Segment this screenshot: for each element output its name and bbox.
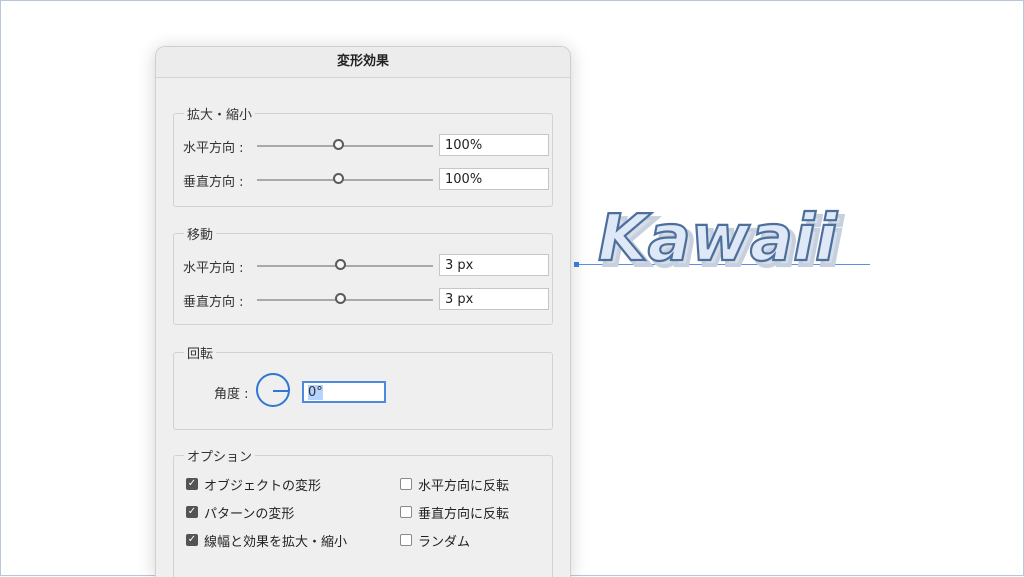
angle-dial-hand (273, 390, 288, 392)
checkmark-icon: ✓ (186, 534, 198, 546)
transform-effect-dialog: 変形効果 拡大・縮小 水平方向 : 100% 垂直方向 : 100% 移動 水平… (155, 46, 571, 577)
move-vertical-label: 垂直方向 : (183, 295, 244, 310)
angle-input[interactable]: 0° (302, 381, 386, 403)
checkmark-icon: ✓ (186, 506, 198, 518)
move-vertical-row: 垂直方向 : 3 px (183, 288, 549, 312)
angle-value: 0° (308, 385, 323, 400)
move-horizontal-slider[interactable] (257, 259, 433, 270)
reflect-x-label: 水平方向に反転 (418, 479, 510, 494)
transform-objects-label: オブジェクトの変形 (204, 479, 322, 494)
scale-horizontal-row: 水平方向 : 100% (183, 134, 549, 158)
slider-thumb[interactable] (333, 173, 344, 184)
checkbox-empty-icon (400, 478, 412, 490)
angle-dial[interactable] (256, 373, 290, 407)
random-label: ランダム (418, 535, 471, 550)
scale-horizontal-slider[interactable] (257, 139, 433, 150)
scale-strokes-label: 線幅と効果を拡大・縮小 (204, 535, 348, 550)
scale-group: 拡大・縮小 水平方向 : 100% 垂直方向 : 100% (173, 104, 553, 207)
rotate-group: 回転 角度 : 0° (173, 343, 553, 430)
checkmark-icon: ✓ (186, 478, 198, 490)
kawaii-text: Kawaii (598, 202, 838, 276)
move-horizontal-input[interactable]: 3 px (439, 254, 549, 276)
text-anchor-point[interactable] (574, 262, 579, 267)
scale-horizontal-input[interactable]: 100% (439, 134, 549, 156)
rotate-legend: 回転 (184, 343, 217, 362)
transform-patterns-label: パターンの変形 (204, 507, 295, 522)
checkbox-empty-icon (400, 506, 412, 518)
scale-vertical-row: 垂直方向 : 100% (183, 168, 549, 192)
checkbox-empty-icon (400, 534, 412, 546)
slider-thumb[interactable] (333, 139, 344, 150)
move-group: 移動 水平方向 : 3 px 垂直方向 : 3 px (173, 224, 553, 325)
angle-label: 角度 : (214, 387, 249, 402)
slider-thumb[interactable] (335, 293, 346, 304)
move-legend: 移動 (184, 224, 217, 243)
options-group: オプション ✓ オブジェクトの変形 ✓ パターンの変形 ✓ 線幅と効果を拡大・縮… (173, 446, 553, 577)
scale-vertical-label: 垂直方向 : (183, 175, 244, 190)
move-vertical-slider[interactable] (257, 293, 433, 304)
move-horizontal-label: 水平方向 : (183, 261, 244, 276)
slider-thumb[interactable] (335, 259, 346, 270)
scale-legend: 拡大・縮小 (184, 104, 256, 123)
reflect-y-label: 垂直方向に反転 (418, 507, 510, 522)
scale-vertical-slider[interactable] (257, 173, 433, 184)
scale-vertical-input[interactable]: 100% (439, 168, 549, 190)
options-legend: オプション (184, 446, 256, 465)
dialog-title: 変形効果 (156, 47, 570, 78)
move-vertical-input[interactable]: 3 px (439, 288, 549, 310)
kawaii-text-art[interactable]: Kawaii Kawaii (588, 180, 878, 280)
scale-horizontal-label: 水平方向 : (183, 141, 244, 156)
move-horizontal-row: 水平方向 : 3 px (183, 254, 549, 278)
